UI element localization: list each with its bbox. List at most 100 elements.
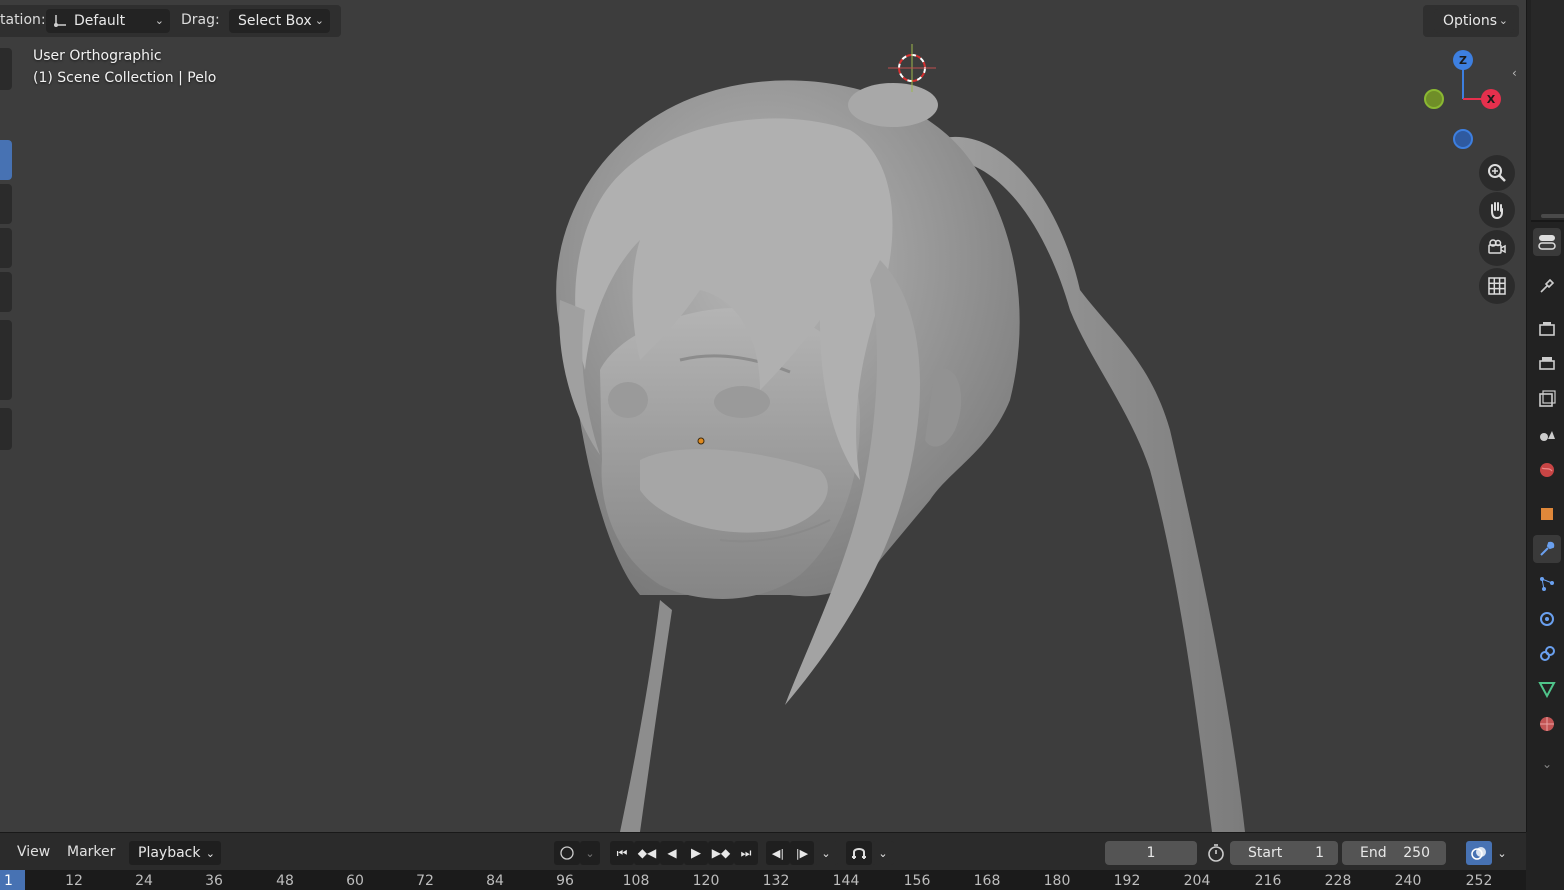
playback-dropdown[interactable]: Playback ⌄ bbox=[129, 841, 221, 865]
tool-button[interactable] bbox=[0, 228, 12, 268]
tabs-more-icon[interactable]: ⌄ bbox=[1533, 750, 1561, 778]
options-label: Options bbox=[1443, 13, 1498, 29]
tab-particles[interactable] bbox=[1533, 570, 1561, 598]
snap-button[interactable] bbox=[846, 841, 872, 865]
timeline-header: View Marker Playback ⌄ ⌄ ⏮ ◆◀ ◀ ▶ ▶◆ ⏭ ◀… bbox=[0, 832, 1526, 870]
ruler-tick: 168 bbox=[973, 873, 1001, 889]
tool-button[interactable] bbox=[0, 272, 12, 312]
play-button[interactable]: ▶ bbox=[684, 841, 708, 865]
tool-button[interactable] bbox=[0, 408, 12, 450]
gizmo-neg-z-axis[interactable] bbox=[1453, 129, 1473, 149]
snap-options-dropdown[interactable]: ⌄ bbox=[872, 841, 894, 865]
perspective-toggle-button[interactable] bbox=[1479, 268, 1515, 304]
ruler-tick: 252 bbox=[1465, 873, 1493, 889]
mesh-data-icon bbox=[1538, 682, 1556, 698]
tab-world[interactable] bbox=[1533, 456, 1561, 484]
constraint-icon bbox=[1540, 646, 1555, 661]
gizmo-x-axis[interactable]: X bbox=[1481, 89, 1501, 109]
toggle-icon bbox=[1538, 235, 1556, 250]
ruler-tick: 156 bbox=[903, 873, 931, 889]
ruler-tick: 132 bbox=[762, 873, 790, 889]
magnet-icon bbox=[852, 848, 866, 859]
chevron-down-icon: ⌄ bbox=[1498, 14, 1508, 27]
tool-button[interactable] bbox=[0, 320, 12, 400]
tab-tool-settings[interactable] bbox=[1533, 228, 1561, 256]
prev-keyframe-button[interactable]: ◆◀ bbox=[634, 841, 660, 865]
tab-modifiers[interactable] bbox=[1533, 535, 1561, 563]
transform-orientation-icon bbox=[54, 15, 66, 27]
tab-render[interactable] bbox=[1533, 315, 1561, 343]
next-frame-button[interactable]: |▶ bbox=[790, 841, 814, 865]
auto-keying-button[interactable] bbox=[554, 841, 580, 865]
material-icon bbox=[1540, 717, 1554, 731]
viewport-header: tation: Default ⌄ Drag: Select Box ⌄ Opt… bbox=[0, 0, 1526, 42]
tab-physics[interactable] bbox=[1533, 605, 1561, 633]
cube-icon bbox=[1541, 508, 1553, 520]
ruler-tick: 24 bbox=[135, 873, 153, 889]
tool-button[interactable] bbox=[0, 184, 12, 224]
menu-view[interactable]: View bbox=[17, 844, 50, 860]
grid-icon bbox=[1488, 277, 1506, 295]
chevron-down-icon: ⌄ bbox=[205, 846, 215, 860]
tab-object[interactable] bbox=[1533, 500, 1561, 528]
frame-ruler[interactable]: 1 12 24 36 48 60 72 84 96 108 120 132 14… bbox=[0, 870, 1526, 890]
orientation-dropdown[interactable]: Default ⌄ bbox=[46, 9, 170, 33]
stopwatch-icon[interactable] bbox=[1205, 842, 1227, 864]
zoom-button[interactable] bbox=[1479, 155, 1515, 191]
gizmo-z-axis[interactable]: Z bbox=[1453, 50, 1473, 70]
ruler-tick: 48 bbox=[276, 873, 294, 889]
3d-viewport[interactable]: tation: Default ⌄ Drag: Select Box ⌄ Opt… bbox=[0, 0, 1526, 832]
jump-end-button[interactable]: ⏭ bbox=[734, 841, 758, 865]
ruler-tick: 12 bbox=[65, 873, 83, 889]
start-frame-field[interactable]: Start 1 bbox=[1230, 841, 1338, 865]
wrench-icon bbox=[1540, 541, 1555, 556]
record-icon bbox=[560, 846, 574, 860]
tab-constraints[interactable] bbox=[1533, 640, 1561, 668]
hand-icon bbox=[1491, 202, 1503, 220]
image-icon bbox=[1539, 390, 1556, 407]
ruler-tick: 60 bbox=[346, 873, 364, 889]
tool-button[interactable] bbox=[0, 48, 12, 90]
scene-icon bbox=[1540, 431, 1555, 441]
current-frame-indicator[interactable]: 1 bbox=[0, 870, 25, 890]
tab-data[interactable] bbox=[1533, 675, 1561, 703]
scrollbar[interactable] bbox=[1541, 214, 1564, 218]
ruler-tick: 204 bbox=[1183, 873, 1211, 889]
printer-icon bbox=[1539, 357, 1555, 370]
prev-frame-button[interactable]: ◀| bbox=[766, 841, 790, 865]
tab-tool[interactable] bbox=[1533, 272, 1561, 300]
options-dropdown[interactable]: Options ⌄ bbox=[1434, 9, 1514, 33]
next-keyframe-button[interactable]: ▶◆ bbox=[708, 841, 734, 865]
keying-options-dropdown[interactable]: ⌄ bbox=[580, 841, 600, 865]
current-frame-field[interactable]: 1 bbox=[1105, 841, 1197, 865]
ruler-tick: 240 bbox=[1394, 873, 1422, 889]
tool-button-active[interactable] bbox=[0, 140, 12, 180]
onion-skin-dropdown[interactable]: ⌄ bbox=[1492, 841, 1512, 865]
zoom-icon bbox=[1488, 164, 1506, 182]
particles-icon bbox=[1540, 577, 1554, 591]
render-icon bbox=[1539, 322, 1555, 336]
orientation-label: tation: bbox=[0, 12, 46, 28]
menu-marker[interactable]: Marker bbox=[67, 844, 115, 860]
toolbar bbox=[0, 42, 12, 462]
drag-dropdown[interactable]: Select Box ⌄ bbox=[229, 9, 330, 33]
ruler-tick: 192 bbox=[1113, 873, 1141, 889]
ruler-tick: 108 bbox=[622, 873, 650, 889]
pan-button[interactable] bbox=[1479, 192, 1515, 228]
end-frame-field[interactable]: End 250 bbox=[1342, 841, 1446, 865]
camera-icon bbox=[1488, 239, 1506, 254]
gizmo-y-axis[interactable] bbox=[1424, 89, 1444, 109]
ruler-tick: 96 bbox=[556, 873, 574, 889]
tab-scene[interactable] bbox=[1533, 420, 1561, 448]
tab-material[interactable] bbox=[1533, 710, 1561, 738]
onion-skin-button[interactable] bbox=[1466, 841, 1492, 865]
tab-view-layer[interactable] bbox=[1533, 385, 1561, 413]
camera-view-button[interactable] bbox=[1479, 230, 1515, 266]
panel-gap bbox=[1526, 832, 1564, 890]
ruler-tick: 84 bbox=[486, 873, 504, 889]
frame-step-dropdown[interactable]: ⌄ bbox=[814, 841, 838, 865]
play-reverse-button[interactable]: ◀ bbox=[660, 841, 684, 865]
tab-output[interactable] bbox=[1533, 350, 1561, 378]
jump-start-button[interactable]: ⏮ bbox=[610, 841, 634, 865]
physics-icon bbox=[1540, 612, 1554, 626]
